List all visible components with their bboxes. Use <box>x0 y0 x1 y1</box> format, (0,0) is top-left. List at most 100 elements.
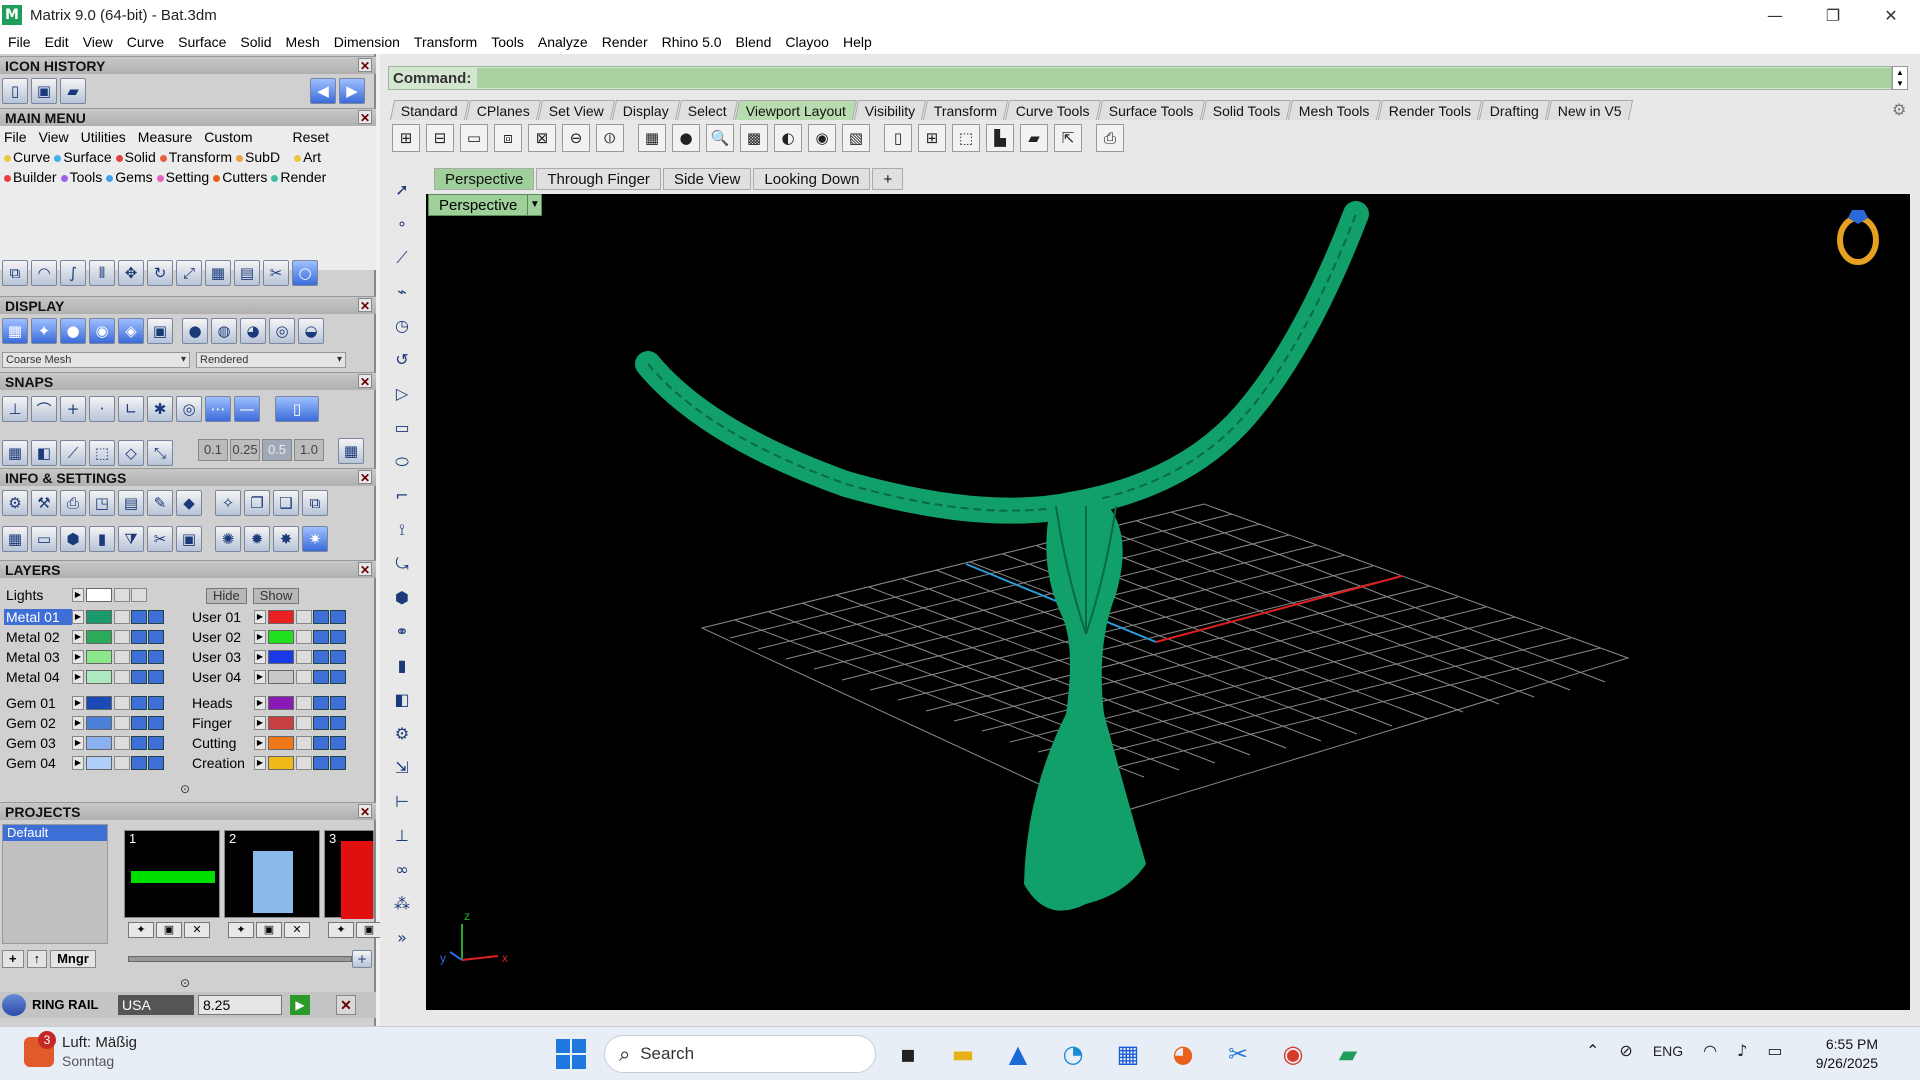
print-icon[interactable] <box>148 696 164 710</box>
menu-rhino5[interactable]: Rhino 5.0 <box>662 34 722 50</box>
print-icon[interactable] <box>330 696 346 710</box>
osnap-icon[interactable]: ⬚ <box>89 440 115 466</box>
triangle-icon[interactable]: ▷ <box>388 380 416 408</box>
print-icon[interactable]: ⎙ <box>1096 124 1124 152</box>
lock-icon[interactable] <box>114 630 130 644</box>
rotate-tool-icon[interactable]: ↺ <box>388 346 416 374</box>
close-icon[interactable]: ✕ <box>358 374 372 389</box>
mirror-icon[interactable]: ⫴ <box>89 260 115 286</box>
knot-snap-icon[interactable]: ▯ <box>275 396 319 422</box>
split-vertical-icon[interactable]: ⦶ <box>596 124 624 152</box>
delete-icon[interactable]: ✕ <box>284 922 310 938</box>
save-icon[interactable]: ▣ <box>31 78 57 104</box>
mm-art[interactable]: Art <box>294 149 321 165</box>
expand-icon[interactable]: ▶ <box>72 716 84 730</box>
layer-color-swatch[interactable] <box>86 588 112 602</box>
project-default[interactable]: Default <box>3 825 107 841</box>
network-off-icon[interactable]: ⊘ <box>1619 1041 1632 1060</box>
tab-transform[interactable]: Transform <box>922 100 1009 120</box>
more-icon[interactable]: » <box>388 924 416 952</box>
gear-icon[interactable]: ⚙ <box>1892 100 1906 119</box>
tile-viewports-icon[interactable]: ⊠ <box>528 124 556 152</box>
print-icon[interactable] <box>330 650 346 664</box>
expand-icon[interactable]: ▶ <box>72 670 84 684</box>
layer-row-gem-02[interactable]: Gem 02 ▶ <box>4 714 165 732</box>
layout-grid-icon[interactable]: ⊞ <box>918 124 946 152</box>
viewport-tab-side-view[interactable]: Side View <box>662 168 752 190</box>
matrix-app-icon[interactable]: ▰ <box>1328 1035 1368 1073</box>
layer-row-cutting[interactable]: Cutting ▶ <box>190 734 347 752</box>
light-b-icon[interactable]: ✹ <box>244 526 270 552</box>
ortho-icon[interactable]: ◧ <box>31 440 57 466</box>
viewport-tab-through-finger[interactable]: Through Finger <box>536 168 661 190</box>
visibility-icon[interactable] <box>131 716 147 730</box>
close-icon[interactable]: ✕ <box>358 562 372 577</box>
display-mode-select[interactable]: Rendered <box>196 352 346 368</box>
arrow-left-icon[interactable]: ◀ <box>310 78 336 104</box>
layer-row-heads[interactable]: Heads ▶ <box>190 694 347 712</box>
perspective-viewport[interactable]: z x y <box>426 194 1910 1010</box>
mesh-density-select[interactable]: Coarse Mesh <box>2 352 190 368</box>
expand-layers-icon[interactable]: ⊙ <box>180 782 190 796</box>
lock-icon[interactable] <box>296 756 312 770</box>
grid-toggle-icon[interactable]: ▦ <box>338 438 364 464</box>
lock-icon[interactable] <box>114 650 130 664</box>
light-c-icon[interactable]: ✸ <box>273 526 299 552</box>
curve-icon[interactable]: ∫ <box>60 260 86 286</box>
cube-icon[interactable]: ⬢ <box>60 526 86 552</box>
move-icon[interactable]: ✥ <box>118 260 144 286</box>
layer-color-swatch[interactable] <box>268 630 294 644</box>
mm-utilities[interactable]: Utilities <box>81 129 126 145</box>
lock-icon[interactable] <box>114 716 130 730</box>
close-icon[interactable]: ✕ <box>358 804 372 819</box>
shaded-icon[interactable]: ● <box>60 318 86 344</box>
mm-transform[interactable]: Transform <box>159 149 232 165</box>
group-icon[interactable]: ▦ <box>205 260 231 286</box>
arrow-right-icon[interactable]: ▶ <box>339 78 365 104</box>
point-snap-icon[interactable]: + <box>60 396 86 422</box>
layout-icon[interactable]: ▦ <box>2 526 28 552</box>
layer-color-swatch[interactable] <box>86 756 112 770</box>
menu-file[interactable]: File <box>8 34 31 50</box>
export-icon[interactable]: ⇱ <box>1054 124 1082 152</box>
layer-color-swatch[interactable] <box>86 736 112 750</box>
layer-row-metal-04[interactable]: Metal 04 ▶ <box>4 668 165 686</box>
visibility-icon[interactable] <box>313 670 329 684</box>
hide-button[interactable]: Hide <box>206 588 247 604</box>
planar-icon[interactable]: ⟋ <box>60 440 86 466</box>
settings-icon[interactable]: ⚙ <box>2 490 28 516</box>
mm-surface[interactable]: Surface <box>54 149 112 165</box>
lock-icon[interactable] <box>114 696 130 710</box>
rendered-icon[interactable]: ◉ <box>89 318 115 344</box>
point-icon[interactable]: ∘ <box>388 210 416 238</box>
close-icon[interactable]: ✕ <box>358 58 372 73</box>
detail-view-icon[interactable]: ⬚ <box>952 124 980 152</box>
edit-icon[interactable]: ✎ <box>147 490 173 516</box>
tab-standard[interactable]: Standard <box>389 100 469 120</box>
layer-color-swatch[interactable] <box>86 670 112 684</box>
grid-display-icon[interactable]: ▣ <box>147 318 173 344</box>
grid-snap-icon[interactable]: ▦ <box>2 440 28 466</box>
expand-icon[interactable]: ▶ <box>254 696 266 710</box>
camera-icon[interactable]: ◉ <box>808 124 836 152</box>
sphere-metal-icon[interactable]: ◎ <box>269 318 295 344</box>
plane-icon[interactable]: ◧ <box>388 686 416 714</box>
window-c-icon[interactable]: ⧉ <box>302 490 328 516</box>
visibility-icon[interactable] <box>131 650 147 664</box>
mm-gems[interactable]: Gems <box>106 169 153 185</box>
layer-color-swatch[interactable] <box>268 650 294 664</box>
ring-icon[interactable] <box>2 994 26 1016</box>
ellipse-icon[interactable]: ⬭ <box>388 448 416 476</box>
ring-region-input[interactable]: USA <box>118 995 194 1015</box>
weather-widget[interactable]: 3 Luft: Mäßig Sonntag <box>24 1031 137 1071</box>
layer-row-metal-01[interactable]: Metal 01 ▶ <box>4 608 165 626</box>
save-icon[interactable]: ▣ <box>356 922 382 938</box>
gear-tool-icon[interactable]: ⚙ <box>388 720 416 748</box>
render-settings-icon[interactable]: ✧ <box>215 490 241 516</box>
gumball-icon[interactable]: ⧉ <box>2 260 28 286</box>
volume-icon[interactable]: ♪ <box>1737 1041 1747 1060</box>
menu-edit[interactable]: Edit <box>45 34 69 50</box>
perp-snap-icon[interactable]: ◎ <box>176 396 202 422</box>
near-snap-icon[interactable]: ⌒ <box>31 396 57 422</box>
visibility-icon[interactable] <box>131 610 147 624</box>
